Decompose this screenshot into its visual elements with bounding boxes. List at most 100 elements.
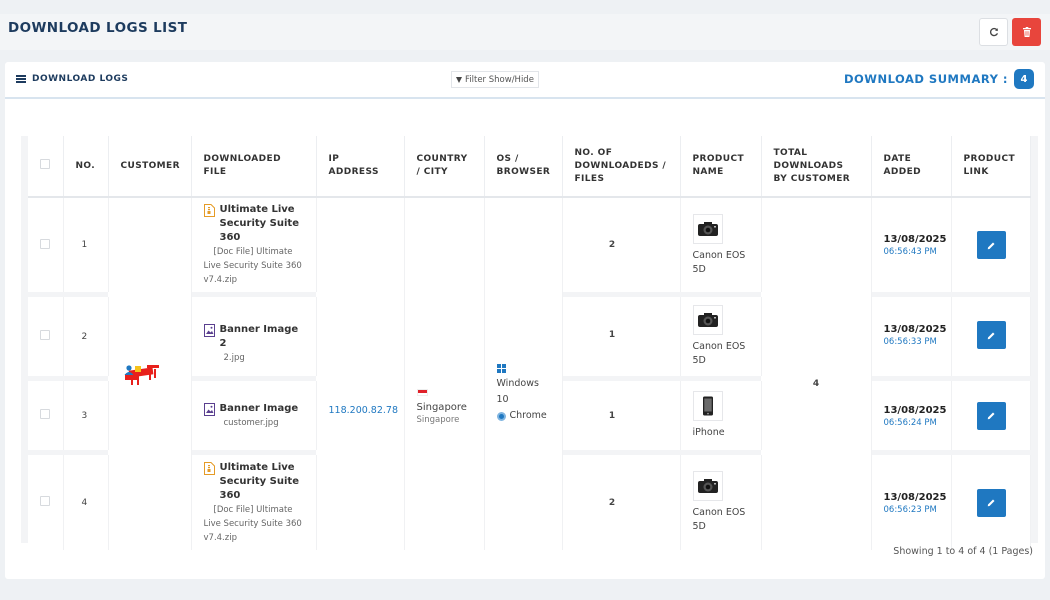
date-added: 13/08/2025	[883, 324, 947, 335]
col-date-added[interactable]: DATE ADDED	[871, 136, 952, 198]
product-link-cell	[951, 197, 1031, 292]
top-actions	[979, 18, 1041, 46]
windows-icon	[496, 364, 506, 373]
col-product-name[interactable]: PRODUCT NAME	[680, 136, 762, 198]
download-summary-badge: 4	[1014, 69, 1034, 89]
select-all-checkbox[interactable]	[40, 158, 50, 169]
product-image[interactable]	[692, 213, 723, 244]
downloaded-file-cell: Banner Image customer.jpg	[191, 381, 317, 450]
product-link-cell	[951, 381, 1031, 450]
time-added: 06:56:43 PM	[883, 247, 937, 257]
file-title: Ultimate Live Security Suite 360	[219, 461, 299, 501]
panel-header: DOWNLOAD LOGS Filter Show/Hide DOWNLOAD …	[5, 62, 1045, 99]
col-customer[interactable]: CUSTOMER	[108, 136, 192, 198]
row-select-cell	[28, 197, 64, 292]
col-total-downloads[interactable]: TOTAL DOWNLOADS BY CUSTOMER	[761, 136, 872, 198]
phone-icon	[702, 396, 713, 416]
file-subtitle: customer.jpg	[223, 417, 279, 428]
customer-cell	[108, 197, 192, 550]
file-subtitle: [Doc File] Ultimate Live Security Suite …	[203, 504, 302, 543]
product-cell: Canon EOS 5D	[680, 197, 762, 292]
file-subtitle: 2.jpg	[223, 353, 245, 363]
date-added: 13/08/2025	[883, 234, 947, 245]
row-checkbox[interactable]	[40, 238, 50, 249]
product-cell: iPhone	[680, 381, 762, 450]
ip-cell: 118.200.82.78	[316, 197, 405, 550]
image-file-icon	[203, 324, 215, 337]
time-added: 06:56:33 PM	[883, 337, 937, 347]
delete-button[interactable]	[1012, 18, 1041, 46]
filter-toggle-button[interactable]: Filter Show/Hide	[451, 71, 539, 88]
table-header-row: NO. CUSTOMER DOWNLOADED FILE IP ADDRESS …	[28, 136, 1031, 198]
product-image[interactable]	[692, 391, 723, 421]
os-browser-cell: Windows 10 Chrome	[484, 197, 563, 550]
camera-icon	[697, 221, 718, 236]
filter-label: Filter Show/Hide	[465, 74, 534, 85]
download-count: 1	[562, 297, 681, 376]
browser-name: Chrome	[509, 410, 547, 421]
edit-product-button[interactable]	[976, 231, 1006, 259]
zip-file-icon	[203, 204, 215, 217]
row-checkbox[interactable]	[40, 330, 50, 340]
product-name: Canon EOS 5D	[692, 249, 746, 275]
product-name: iPhone	[692, 427, 725, 438]
file-title: Banner Image	[219, 402, 299, 414]
singapore-flag-icon	[416, 389, 428, 396]
download-summary[interactable]: DOWNLOAD SUMMARY : 4	[844, 69, 1034, 89]
date-cell: 13/08/2025 06:56:24 PM	[871, 381, 952, 450]
download-logs-panel: DOWNLOAD LOGS Filter Show/Hide DOWNLOAD …	[5, 62, 1045, 579]
page-title: DOWNLOAD LOGS LIST	[8, 20, 188, 36]
camera-icon	[697, 313, 718, 327]
download-count: 2	[562, 455, 681, 550]
edit-product-button[interactable]	[976, 321, 1006, 349]
select-all-cell	[28, 136, 64, 198]
image-file-icon	[203, 402, 215, 416]
panel-title: DOWNLOAD LOGS	[32, 74, 129, 84]
row-number: 1	[63, 197, 109, 292]
col-no[interactable]: NO.	[63, 136, 109, 198]
download-count: 1	[562, 381, 681, 450]
customer-avatar-icon	[124, 364, 159, 385]
file-name: Banner Image	[203, 402, 304, 416]
col-download-count[interactable]: NO. OF DOWNLOADEDS / FILES	[562, 136, 681, 198]
file-name: Ultimate Live Security Suite 360	[203, 461, 304, 503]
col-ip-address[interactable]: IP ADDRESS	[316, 136, 405, 198]
ip-address-link[interactable]: 118.200.82.78	[329, 405, 399, 416]
row-number: 4	[63, 455, 109, 550]
date-added: 13/08/2025	[883, 491, 947, 503]
time-added: 06:56:24 PM	[883, 417, 937, 428]
download-summary-label: DOWNLOAD SUMMARY :	[843, 72, 1008, 86]
file-name: Banner Image 2	[203, 323, 304, 351]
col-country-city[interactable]: COUNTRY / CITY	[404, 136, 485, 198]
col-product-link[interactable]: PRODUCT LINK	[951, 136, 1031, 198]
product-link-cell	[951, 297, 1031, 376]
edit-product-button[interactable]	[976, 401, 1006, 430]
download-count: 2	[562, 197, 681, 292]
product-image[interactable]	[692, 471, 723, 501]
file-name: Ultimate Live Security Suite 360	[203, 203, 304, 245]
list-icon	[16, 75, 26, 83]
refresh-button[interactable]	[979, 18, 1008, 46]
row-checkbox[interactable]	[40, 409, 50, 419]
file-title: Banner Image 2	[219, 324, 299, 349]
date-added: 13/08/2025	[883, 404, 947, 416]
pencil-icon	[987, 242, 994, 249]
product-cell: Canon EOS 5D	[680, 455, 762, 550]
edit-product-button[interactable]	[976, 488, 1006, 517]
product-name: Canon EOS 5D	[692, 341, 746, 366]
downloaded-file-cell: Ultimate Live Security Suite 360 [Doc Fi…	[191, 455, 317, 550]
date-cell: 13/08/2025 06:56:23 PM	[871, 455, 952, 550]
chrome-icon	[496, 411, 506, 421]
trash-icon	[1022, 27, 1031, 37]
product-cell: Canon EOS 5D	[680, 297, 762, 376]
refresh-icon	[989, 27, 998, 37]
downloaded-file-cell: Banner Image 2 2.jpg	[191, 297, 317, 376]
product-image[interactable]	[692, 305, 723, 335]
filter-icon	[456, 76, 462, 83]
pencil-icon	[987, 499, 994, 507]
col-os-browser[interactable]: OS / BROWSER	[484, 136, 563, 198]
row-number: 3	[63, 381, 109, 450]
row-checkbox[interactable]	[40, 496, 50, 506]
pencil-icon	[987, 412, 994, 420]
col-downloaded-file[interactable]: DOWNLOADED FILE	[191, 136, 317, 198]
